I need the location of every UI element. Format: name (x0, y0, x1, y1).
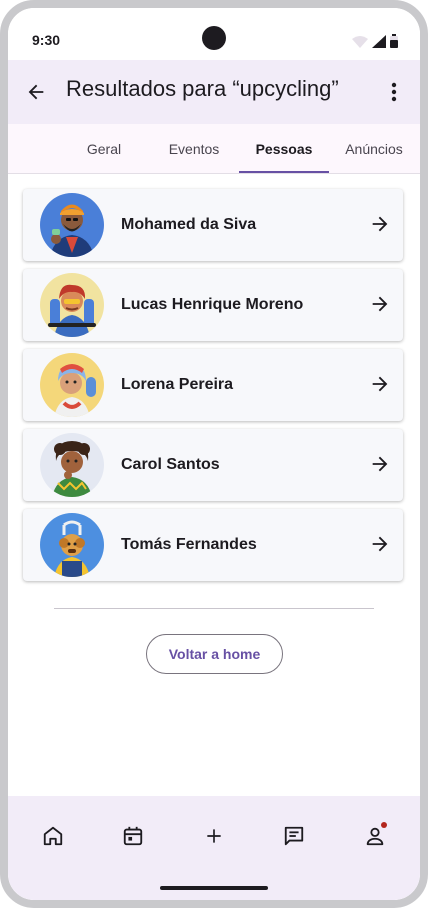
notification-badge (381, 822, 387, 828)
add-icon (207, 829, 221, 843)
camera-cutout (202, 26, 226, 50)
arrow-forward-icon (372, 216, 388, 232)
avatar (40, 193, 104, 257)
person-name: Carol Santos (121, 456, 220, 473)
person-card[interactable]: Lucas Henrique Moreno (23, 269, 403, 341)
active-tab-indicator (239, 171, 329, 173)
person-name: Lorena Pereira (121, 376, 234, 393)
divider (54, 608, 374, 609)
status-time: 9:30 (32, 32, 61, 48)
top-app-bar: Resultados para “upcycling” (8, 60, 420, 124)
person-card[interactable]: Carol Santos (23, 429, 403, 501)
people-result-list: Mohamed da Siva Lucas Henrique Moreno Lo… (23, 189, 403, 589)
avatar (40, 513, 104, 577)
battery-icon (390, 34, 398, 48)
signal-icon (372, 35, 386, 48)
person-name: Lucas Henrique Moreno (121, 296, 304, 313)
avatar (40, 433, 104, 497)
back-to-home-button[interactable]: Voltar a home (146, 634, 283, 674)
back-button[interactable] (22, 78, 50, 106)
person-name: Tomás Fernandes (121, 536, 257, 553)
avatar (40, 273, 104, 337)
tab-eventos[interactable]: Eventos (150, 124, 238, 174)
person-name: Mohamed da Siva (121, 216, 257, 233)
person-card[interactable]: Mohamed da Siva (23, 189, 403, 261)
tab-bar: Geral Eventos Pessoas Anúncios (8, 124, 420, 174)
person-card[interactable]: Lorena Pereira (23, 349, 403, 421)
chat-icon (284, 826, 304, 846)
calendar-icon (123, 826, 143, 846)
more-vert-icon (391, 82, 397, 102)
tab-pessoas[interactable]: Pessoas (239, 124, 329, 174)
tab-geral[interactable]: Geral (58, 124, 150, 174)
nav-home[interactable] (33, 820, 73, 852)
nav-messages[interactable] (274, 820, 314, 852)
tab-anuncios[interactable]: Anúncios (330, 124, 418, 174)
profile-icon (366, 827, 384, 846)
bottom-navigation (8, 796, 420, 900)
wifi-icon (352, 36, 368, 48)
person-card[interactable]: Tomás Fernandes (23, 509, 403, 581)
status-bar: 9:30 (8, 8, 420, 60)
phone-frame: 9:30 Resultados para “upcycling” Geral E… (0, 0, 428, 908)
arrow-forward-icon (372, 376, 388, 392)
avatar (40, 353, 104, 417)
nav-calendar[interactable] (113, 820, 153, 852)
arrow-forward-icon (372, 296, 388, 312)
arrow-back-icon (28, 84, 44, 100)
arrow-forward-icon (372, 536, 388, 552)
page-title: Resultados para “upcycling” (66, 76, 339, 101)
home-icon (43, 826, 63, 846)
arrow-forward-icon (372, 456, 388, 472)
status-icons (352, 34, 398, 48)
nav-profile[interactable] (355, 820, 395, 852)
more-options-button[interactable] (382, 78, 406, 106)
screen: 9:30 Resultados para “upcycling” Geral E… (8, 8, 420, 900)
gesture-home-indicator (160, 886, 268, 890)
nav-add[interactable] (194, 820, 234, 852)
